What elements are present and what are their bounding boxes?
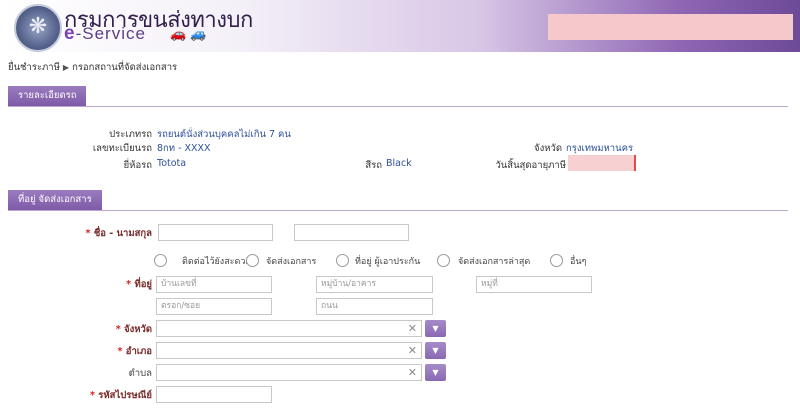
plate-value: 8กท - XXXX	[157, 143, 211, 154]
plate-label: เลขทะเบียนรถ	[92, 143, 152, 154]
breadcrumb: ยื่นชำระภาษี ▶ กรอกสถานที่จัดส่งเอกสาร	[8, 60, 177, 75]
subdistrict-select[interactable]: ✕	[156, 364, 422, 381]
first-name-input[interactable]	[158, 224, 273, 241]
page: ❋ กรมการขนส่งทางบก e-Service 🚗 🚙 ยื่นชำร…	[0, 0, 800, 411]
vehicle-section-title: รายละเอียดรถ	[8, 86, 87, 106]
required-mark: *	[90, 390, 95, 401]
clear-icon[interactable]: ✕	[408, 343, 417, 358]
district-field-label-text: อำเภอ	[125, 346, 152, 357]
address-type-label-insured: ที่อยู่ ผู้เอาประกัน	[355, 257, 421, 267]
moo-input[interactable]: หมู่ที่	[476, 276, 592, 293]
eservice-prefix: e	[64, 23, 76, 44]
district-dropdown-button[interactable]: ▼	[425, 342, 446, 359]
road-input[interactable]: ถนน	[316, 298, 433, 315]
car-icon: 🚗 🚙	[170, 27, 207, 42]
address-type-label-convenient: ติดต่อไว้ยังสะดวก	[182, 257, 251, 267]
address-type-label-latest: จัดส่งเอกสารล่าสุด	[458, 257, 531, 267]
district-field-label: * อำเภอ	[90, 344, 152, 359]
color-label: สีรถ	[365, 160, 382, 171]
required-mark: *	[117, 346, 123, 357]
house-no-input[interactable]: บ้านเลขที่	[156, 276, 272, 293]
address-section-title: ที่อยู่ จัดส่งเอกสาร	[8, 190, 102, 210]
soi-input[interactable]: ตรอก/ซอย	[156, 298, 272, 315]
color-value: Black	[386, 158, 412, 169]
eservice-suffix: -Service	[75, 24, 146, 43]
vehicle-type-label: ประเภทรถ	[109, 129, 152, 140]
subdistrict-field-label: ตำบล	[128, 368, 152, 379]
brand-label: ยี่ห้อรถ	[123, 160, 152, 171]
brand-value: Totota	[157, 158, 187, 169]
address-type-label-delivery: จัดส่งเอกสาร	[266, 257, 317, 267]
department-seal-icon: ❋	[14, 4, 62, 52]
address-type-radio-latest[interactable]	[437, 254, 450, 267]
address-type-label-other: อื่นๆ	[570, 257, 587, 267]
required-mark: *	[85, 228, 91, 239]
chevron-down-icon: ▼	[432, 346, 439, 355]
address-type-radio-convenient[interactable]	[154, 254, 167, 267]
section-divider	[8, 106, 788, 107]
breadcrumb-arrow-icon: ▶	[62, 63, 70, 72]
last-name-input[interactable]	[294, 224, 409, 241]
province-field-label: * จังหวัด	[90, 322, 152, 337]
address-label-text: ที่อยู่	[134, 279, 152, 290]
address-type-radio-insured[interactable]	[336, 254, 349, 267]
province-value: กรุงเทพมหานคร	[566, 143, 634, 154]
clear-icon[interactable]: ✕	[408, 365, 417, 380]
postcode-label: * รหัสไปรษณีย์	[70, 388, 152, 403]
province-field-label-text: จังหวัด	[124, 324, 152, 335]
district-select[interactable]: ✕	[156, 342, 422, 359]
expiry-label: วันสิ้นสุดอายุภาษี	[495, 160, 566, 171]
breadcrumb-item-address: กรอกสถานที่จัดส่งเอกสาร	[72, 62, 178, 73]
province-select[interactable]: ✕	[156, 320, 422, 337]
site-header: ❋ กรมการขนส่งทางบก e-Service 🚗 🚙	[0, 0, 800, 52]
eservice-logo: e-Service	[64, 23, 146, 45]
expiry-value-redacted	[568, 155, 636, 171]
breadcrumb-item-tax[interactable]: ยื่นชำระภาษี	[8, 62, 60, 73]
name-label: * ชื่อ - นามสกุล	[70, 226, 152, 241]
postcode-label-text: รหัสไปรษณีย์	[98, 390, 152, 401]
clear-icon[interactable]: ✕	[408, 321, 417, 336]
chevron-down-icon: ▼	[432, 368, 439, 377]
name-label-text: ชื่อ - นามสกุล	[93, 228, 152, 239]
required-mark: *	[115, 324, 121, 335]
province-label: จังหวัด	[534, 143, 562, 154]
address-type-radio-delivery[interactable]	[246, 254, 259, 267]
village-input[interactable]: หมู่บ้าน/อาคาร	[316, 276, 433, 293]
postcode-input[interactable]	[156, 386, 272, 403]
chevron-down-icon: ▼	[432, 324, 439, 333]
required-mark: *	[126, 279, 132, 290]
subdistrict-dropdown-button[interactable]: ▼	[425, 364, 446, 381]
section-divider	[8, 210, 788, 211]
address-label: * ที่อยู่	[100, 277, 152, 292]
province-dropdown-button[interactable]: ▼	[425, 320, 446, 337]
header-redacted-box	[548, 14, 793, 40]
address-type-radio-other[interactable]	[550, 254, 563, 267]
vehicle-type-value: รถยนต์นั่งส่วนบุคคลไม่เกิน 7 คน	[157, 129, 291, 140]
